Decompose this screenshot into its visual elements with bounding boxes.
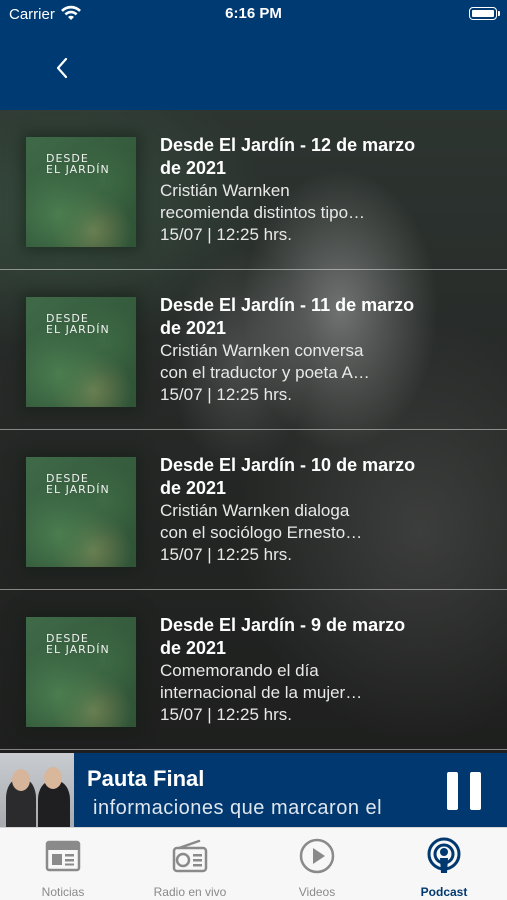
tab-noticias[interactable]: Noticias	[0, 828, 126, 900]
newspaper-icon	[45, 840, 81, 872]
episode-item[interactable]: DESDE EL JARDÍN Desde El Jardín - 12 de m…	[0, 110, 507, 270]
player-artwork	[0, 753, 74, 827]
pause-bar-icon	[447, 772, 458, 810]
episode-description: Cristián Warnken conversa	[160, 341, 364, 360]
mini-player[interactable]: Pauta Final informaciones que marcaron e…	[0, 753, 507, 827]
pause-bar-icon	[470, 772, 481, 810]
thumbnail-label: DESDE EL JARDÍN	[46, 153, 110, 175]
episode-description-line2: recomienda distintos tipo…	[160, 203, 366, 222]
thumbnail-label: DESDE EL JARDÍN	[46, 313, 110, 335]
thumb-line: EL JARDÍN	[46, 643, 110, 656]
episode-item[interactable]: DESDE EL JARDÍN Desde El Jardín - 10 de m…	[0, 430, 507, 590]
episode-date: 15/07 | 12:25 hrs.	[160, 545, 293, 564]
player-title: Pauta Final	[87, 766, 205, 791]
host-face	[44, 767, 62, 789]
episode-date: 15/07 | 12:25 hrs.	[160, 225, 293, 244]
tab-bar: Noticias Radio en vivo Videos Podcast	[0, 827, 507, 900]
tab-videos[interactable]: Videos	[254, 828, 380, 900]
radio-icon	[172, 839, 208, 873]
status-bar: Carrier 6:16 PM	[0, 0, 507, 28]
tab-podcast[interactable]: Podcast	[381, 828, 507, 900]
episode-description-line2: con el traductor y poeta A…	[160, 363, 370, 382]
pause-button[interactable]	[447, 772, 481, 810]
tab-label: Videos	[298, 885, 336, 899]
thumb-line: EL JARDÍN	[46, 163, 110, 176]
episode-description: Cristián Warnken dialoga	[160, 501, 350, 520]
thumbnail-label: DESDE EL JARDÍN	[46, 633, 110, 655]
episode-description: Comemorando el día	[160, 661, 319, 680]
tab-radio-en-vivo[interactable]: Radio en vivo	[127, 828, 253, 900]
thumb-line: EL JARDÍN	[46, 323, 110, 336]
episode-description-line2: con el sociólogo Ernesto…	[160, 523, 363, 542]
episode-date: 15/07 | 12:25 hrs.	[160, 385, 293, 404]
episode-thumbnail: DESDE EL JARDÍN	[26, 297, 136, 407]
battery-icon	[469, 7, 500, 20]
episode-description: Cristián Warnken	[160, 181, 290, 200]
tab-label: Noticias	[41, 885, 85, 899]
episode-thumbnail: DESDE EL JARDÍN	[26, 457, 136, 567]
episode-description-line2: internacional de la mujer…	[160, 683, 363, 702]
player-subtitle: informaciones que marcaron el	[93, 797, 383, 819]
episode-date: 15/07 | 12:25 hrs.	[160, 705, 293, 724]
episode-thumbnail: DESDE EL JARDÍN	[26, 617, 136, 727]
episode-item[interactable]: DESDE EL JARDÍN Desde El Jardín - 9 de ma…	[0, 590, 507, 750]
episode-title: Desde El Jardín - 10 de marzo de 2021	[160, 455, 416, 498]
episode-item[interactable]: DESDE EL JARDÍN Desde El Jardín - 11 de m…	[0, 270, 507, 430]
back-chevron-icon[interactable]	[50, 54, 76, 82]
play-circle-icon	[299, 838, 335, 874]
episode-title: Desde El Jardín - 9 de marzo de 2021	[160, 615, 406, 658]
navigation-bar: Carrier 6:16 PM	[0, 0, 507, 110]
tab-label: Radio en vivo	[153, 885, 227, 899]
thumb-line: EL JARDÍN	[46, 483, 110, 496]
host-face	[12, 769, 30, 791]
episode-title: Desde El Jardín - 11 de marzo de 2021	[160, 295, 415, 338]
podcast-icon	[427, 837, 461, 873]
tab-label: Podcast	[420, 885, 468, 899]
thumbnail-label: DESDE EL JARDÍN	[46, 473, 110, 495]
episode-title: Desde El Jardín - 12 de marzo de 2021	[160, 135, 416, 178]
status-time: 6:16 PM	[225, 5, 282, 22]
episode-thumbnail: DESDE EL JARDÍN	[26, 137, 136, 247]
episode-list[interactable]: DESDE EL JARDÍN Desde El Jardín - 12 de m…	[0, 110, 507, 753]
